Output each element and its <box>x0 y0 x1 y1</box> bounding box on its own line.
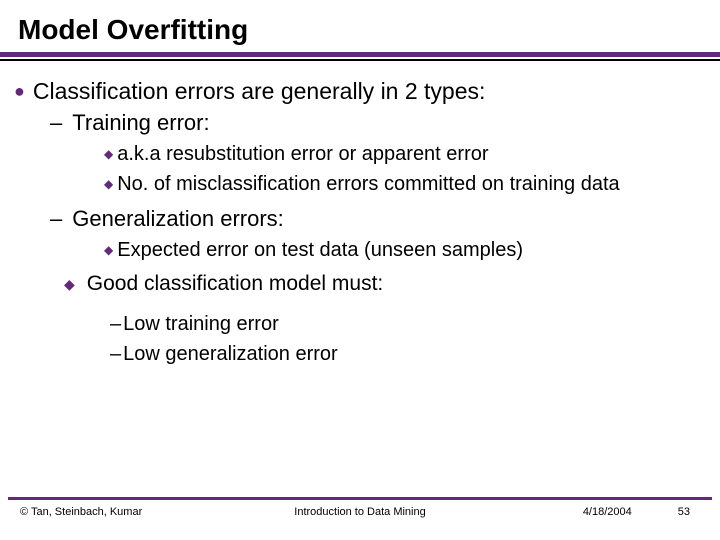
dash-icon: – <box>50 205 62 233</box>
title-underline-thick <box>0 52 720 57</box>
bullet-generalization-text: Generalization errors: <box>72 205 284 233</box>
bullet-low-training-text: Low training error <box>123 311 279 337</box>
bullet-training-error: – Training error: <box>14 109 706 137</box>
bullet-low-training: – Low training error <box>14 311 706 337</box>
content-area: ● Classification errors are generally in… <box>0 61 720 367</box>
footer-title: Introduction to Data Mining <box>0 506 720 518</box>
bullet-generalization: – Generalization errors: <box>14 205 706 233</box>
bullet-low-generalization-text: Low generalization error <box>123 341 338 367</box>
bullet-good-model: ◆ Good classification model must: <box>14 271 706 297</box>
dash-icon: – <box>110 311 121 337</box>
bullet-low-generalization: – Low generalization error <box>14 341 706 367</box>
bullet-aka: ◆ a.k.a resubstitution error or apparent… <box>14 141 706 167</box>
slide: Model Overfitting ● Classification error… <box>0 0 720 540</box>
diamond-icon: ◆ <box>104 141 113 167</box>
diamond-icon: ◆ <box>64 271 75 297</box>
dash-icon: – <box>110 341 121 367</box>
bullet-good-model-text: Good classification model must: <box>87 271 383 297</box>
disc-icon: ● <box>14 77 25 105</box>
diamond-icon: ◆ <box>104 237 113 263</box>
bullet-training-error-text: Training error: <box>72 109 209 137</box>
bullet-main-text: Classification errors are generally in 2… <box>33 77 486 105</box>
bullet-main: ● Classification errors are generally in… <box>14 77 706 105</box>
diamond-icon: ◆ <box>104 171 113 197</box>
bullet-misclass-text: No. of misclassification errors committe… <box>117 171 619 197</box>
dash-icon: – <box>50 109 62 137</box>
slide-title: Model Overfitting <box>0 0 720 52</box>
bullet-aka-text: a.k.a resubstitution error or apparent e… <box>117 141 488 167</box>
bullet-expected-text: Expected error on test data (unseen samp… <box>117 237 523 263</box>
footer-rule <box>8 497 712 500</box>
bullet-expected: ◆ Expected error on test data (unseen sa… <box>14 237 706 263</box>
footer: © Tan, Steinbach, Kumar Introduction to … <box>0 506 720 518</box>
bullet-misclass: ◆ No. of misclassification errors commit… <box>14 171 706 197</box>
